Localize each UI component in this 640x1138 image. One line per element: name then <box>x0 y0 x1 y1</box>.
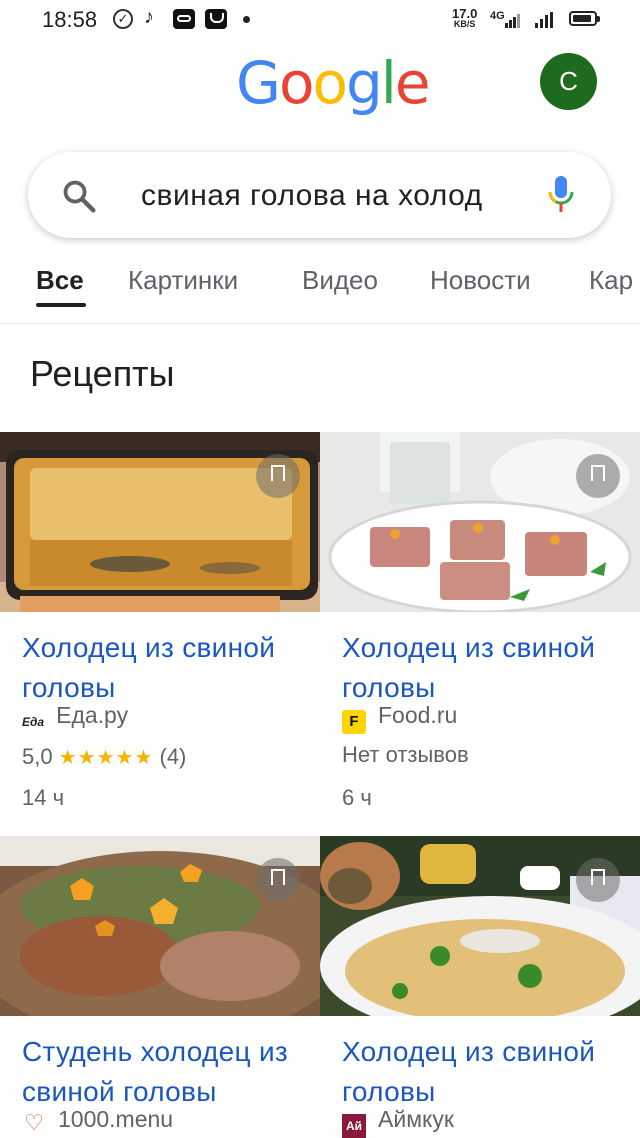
battery-icon <box>569 11 600 26</box>
recipe-title[interactable]: Холодец из свиной головы <box>342 628 640 708</box>
recipe-rating: Нет отзывов <box>342 742 469 767</box>
tab-news[interactable]: Новости <box>430 265 531 296</box>
recipe-image[interactable] <box>320 432 640 612</box>
recipe-image[interactable] <box>320 836 640 1016</box>
status-time: 18:58 <box>42 7 98 32</box>
google-logo[interactable]: Google <box>236 48 431 118</box>
tiktok-icon: ♪ <box>144 6 154 28</box>
account-avatar[interactable]: C <box>540 53 597 110</box>
recipe-source: Ай Аймкук <box>342 1106 454 1138</box>
recipe-source: ♡ 1000.menu <box>22 1106 173 1136</box>
network-speed: 17.0 KB/S <box>452 6 478 29</box>
aimcook-logo: Ай <box>342 1114 366 1138</box>
food-ru-logo: F <box>342 710 366 734</box>
bookmark-icon[interactable] <box>256 454 300 498</box>
mail-icon <box>205 9 227 29</box>
recipe-title[interactable]: Студень холодец из свиной головы <box>22 1032 322 1112</box>
search-icon[interactable] <box>60 177 98 215</box>
bookmark-icon[interactable] <box>256 858 300 902</box>
recipe-title[interactable]: Холодец из свиной головы <box>342 1032 640 1112</box>
recipe-source: Еда Еда.ру <box>22 702 128 732</box>
search-tabs: Все Картинки Видео Новости Кар <box>0 255 640 324</box>
bookmark-icon[interactable] <box>576 454 620 498</box>
network-type: 4G <box>490 10 505 22</box>
tab-images[interactable]: Картинки <box>128 265 238 296</box>
search-box[interactable]: свиная голова на холод <box>28 152 611 238</box>
bookmark-icon[interactable] <box>576 858 620 902</box>
tab-maps[interactable]: Кар <box>589 265 633 296</box>
microphone-icon[interactable] <box>546 174 576 216</box>
recipe-time: 14 ч <box>22 785 65 810</box>
rating-stars: ★★★★★ <box>58 747 154 769</box>
status-bar: 18:58 ✓ ♪ 17.0 KB/S 4G <box>0 0 640 40</box>
recipe-title[interactable]: Холодец из свиной головы <box>22 628 322 708</box>
search-input[interactable]: свиная голова на холод <box>141 174 511 218</box>
check-circle-icon: ✓ <box>113 9 133 29</box>
app-icon <box>173 9 195 29</box>
tab-all[interactable]: Все <box>36 265 84 296</box>
eda-logo: Еда <box>22 715 45 729</box>
active-tab-indicator <box>36 303 86 307</box>
notification-dot-icon <box>243 16 250 23</box>
recipe-rating: 5,0 ★★★★★ (4) <box>22 744 187 769</box>
signal-icon <box>505 14 520 28</box>
recipe-source: F Food.ru <box>342 702 457 734</box>
section-title: Рецепты <box>30 353 175 394</box>
recipe-image[interactable] <box>0 836 320 1016</box>
signal-icon <box>535 12 555 28</box>
recipe-image[interactable] <box>0 432 320 612</box>
tab-video[interactable]: Видео <box>302 265 378 296</box>
heart-icon: ♡ <box>24 1110 44 1135</box>
recipe-time: 6 ч <box>342 785 372 810</box>
